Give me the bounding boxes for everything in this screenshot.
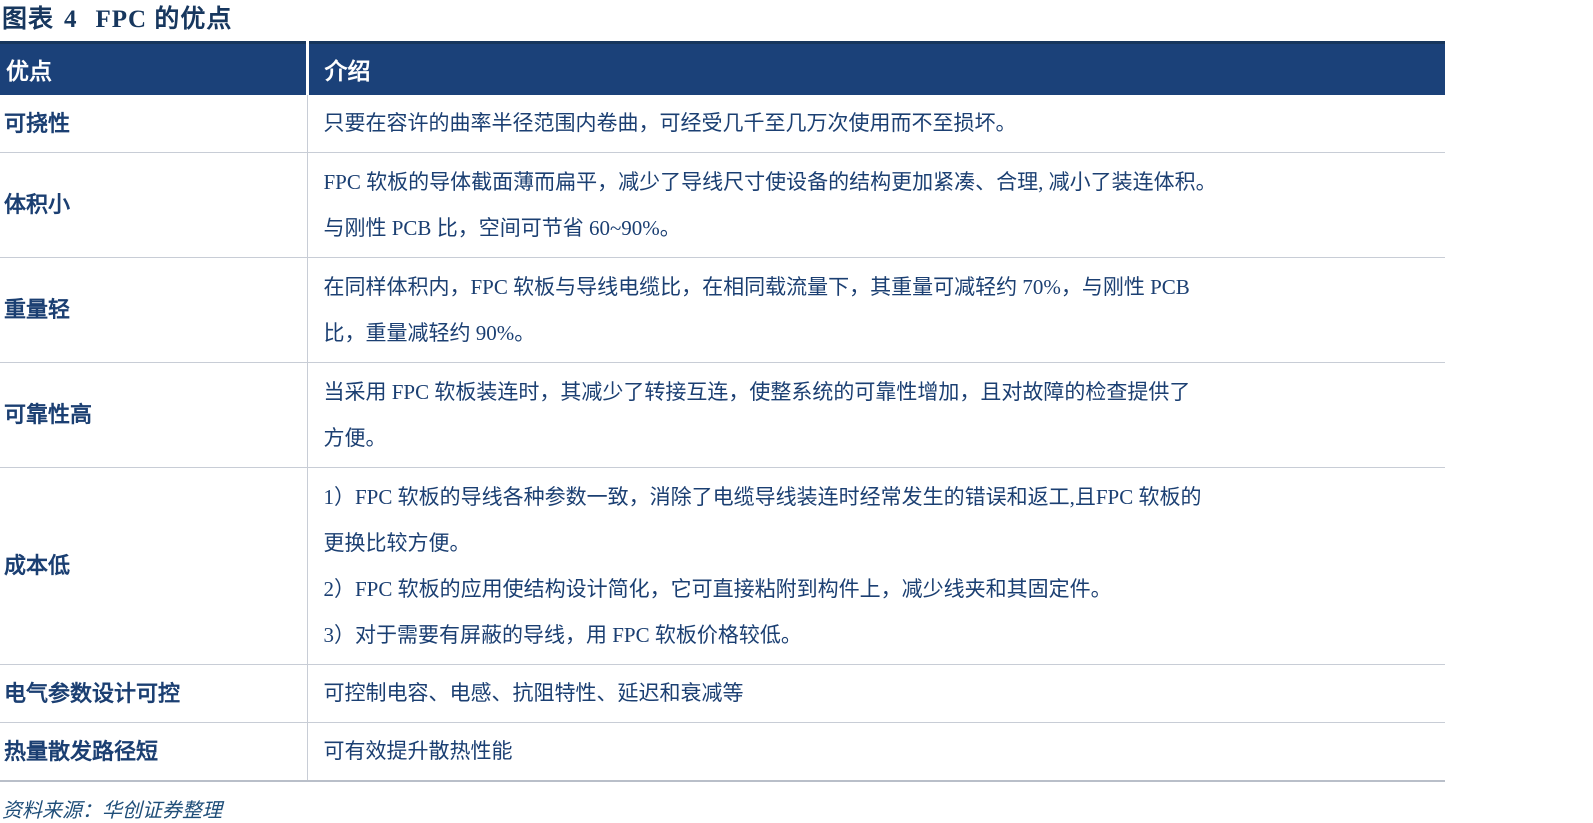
row-label: 可挠性 — [0, 95, 308, 153]
table-row: 可挠性 只要在容许的曲率半径范围内卷曲，可经受几千至几万次使用而不至损坏。 — [0, 95, 1445, 153]
row-label: 热量散发路径短 — [0, 722, 308, 782]
figure-table-page: 图表 4 FPC 的优点 优点 介绍 可挠性 只要在容许的曲率半径范围内卷曲，可经受… — [0, 0, 1593, 822]
row-description: 只要在容许的曲率半径范围内卷曲，可经受几千至几万次使用而不至损坏。 — [307, 95, 1445, 153]
table-row: 热量散发路径短 可有效提升散热性能 — [0, 722, 1445, 782]
column-header-description: 介绍 — [305, 42, 1445, 95]
row-label: 体积小 — [0, 152, 308, 258]
table-header: 优点 介绍 — [0, 42, 1445, 95]
description-line: 与刚性 PCB 比，空间可节省 60~90%。 — [323, 216, 681, 240]
description-line: 可控制电容、电感、抗阻特性、延迟和衰减等 — [323, 681, 744, 705]
table-row: 成本低 1）FPC 软板的导线各种参数一致，消除了电缆导线装连时经常发生的错误和… — [0, 467, 1445, 665]
description-line: 可有效提升散热性能 — [323, 739, 513, 763]
description-line: 3）对于需要有屏蔽的导线，用 FPC 软板价格较低。 — [323, 623, 802, 647]
row-description: 可有效提升散热性能 — [307, 722, 1445, 782]
table-header-row: 优点 介绍 — [0, 42, 1445, 95]
fpc-advantages-table: 优点 介绍 可挠性 只要在容许的曲率半径范围内卷曲，可经受几千至几万次使用而不至… — [0, 41, 1445, 782]
caption-prefix: 图表 — [2, 6, 55, 33]
row-label: 成本低 — [0, 467, 308, 665]
description-line: 比，重量减轻约 90%。 — [323, 321, 536, 345]
source-note: 资料来源：华创证券整理 — [2, 800, 222, 822]
table-body: 可挠性 只要在容许的曲率半径范围内卷曲，可经受几千至几万次使用而不至损坏。 体积… — [0, 95, 1445, 782]
figure-caption: 图表 4 FPC 的优点 — [0, 0, 1593, 41]
row-description: 可控制电容、电感、抗阻特性、延迟和衰减等 — [307, 664, 1445, 723]
description-line: FPC 软板的导体截面薄而扁平，减少了导线尺寸使设备的结构更加紧凑、合理, 减小… — [323, 170, 1217, 194]
description-line: 在同样体积内，FPC 软板与导线电缆比，在相同载流量下，其重量可减轻约 70%，… — [323, 275, 1190, 299]
caption-number: 4 — [64, 6, 78, 33]
table-row: 可靠性高 当采用 FPC 软板装连时，其减少了转接互连，使整系统的可靠性增加，且… — [0, 362, 1445, 468]
description-line: 只要在容许的曲率半径范围内卷曲，可经受几千至几万次使用而不至损坏。 — [323, 111, 1017, 135]
row-description: FPC 软板的导体截面薄而扁平，减少了导线尺寸使设备的结构更加紧凑、合理, 减小… — [307, 152, 1445, 258]
description-line: 更换比较方便。 — [323, 531, 471, 555]
row-description: 当采用 FPC 软板装连时，其减少了转接互连，使整系统的可靠性增加，且对故障的检… — [307, 362, 1445, 468]
row-description: 1）FPC 软板的导线各种参数一致，消除了电缆导线装连时经常发生的错误和返工,且… — [307, 467, 1445, 665]
description-line: 1）FPC 软板的导线各种参数一致，消除了电缆导线装连时经常发生的错误和返工,且… — [323, 485, 1202, 509]
table-row: 电气参数设计可控 可控制电容、电感、抗阻特性、延迟和衰减等 — [0, 664, 1445, 723]
row-description: 在同样体积内，FPC 软板与导线电缆比，在相同载流量下，其重量可减轻约 70%，… — [307, 257, 1445, 363]
description-line: 2）FPC 软板的应用使结构设计简化，它可直接粘附到构件上，减少线夹和其固定件。 — [323, 577, 1112, 601]
row-label: 电气参数设计可控 — [0, 664, 308, 723]
description-line: 当采用 FPC 软板装连时，其减少了转接互连，使整系统的可靠性增加，且对故障的检… — [323, 380, 1191, 404]
caption-title: FPC 的优点 — [95, 6, 233, 33]
row-label: 重量轻 — [0, 257, 308, 363]
table-row: 体积小 FPC 软板的导体截面薄而扁平，减少了导线尺寸使设备的结构更加紧凑、合理… — [0, 152, 1445, 258]
table-row: 重量轻 在同样体积内，FPC 软板与导线电缆比，在相同载流量下，其重量可减轻约 … — [0, 257, 1445, 363]
description-line: 方便。 — [323, 426, 387, 450]
row-label: 可靠性高 — [0, 362, 308, 468]
column-header-advantage: 优点 — [0, 42, 307, 95]
